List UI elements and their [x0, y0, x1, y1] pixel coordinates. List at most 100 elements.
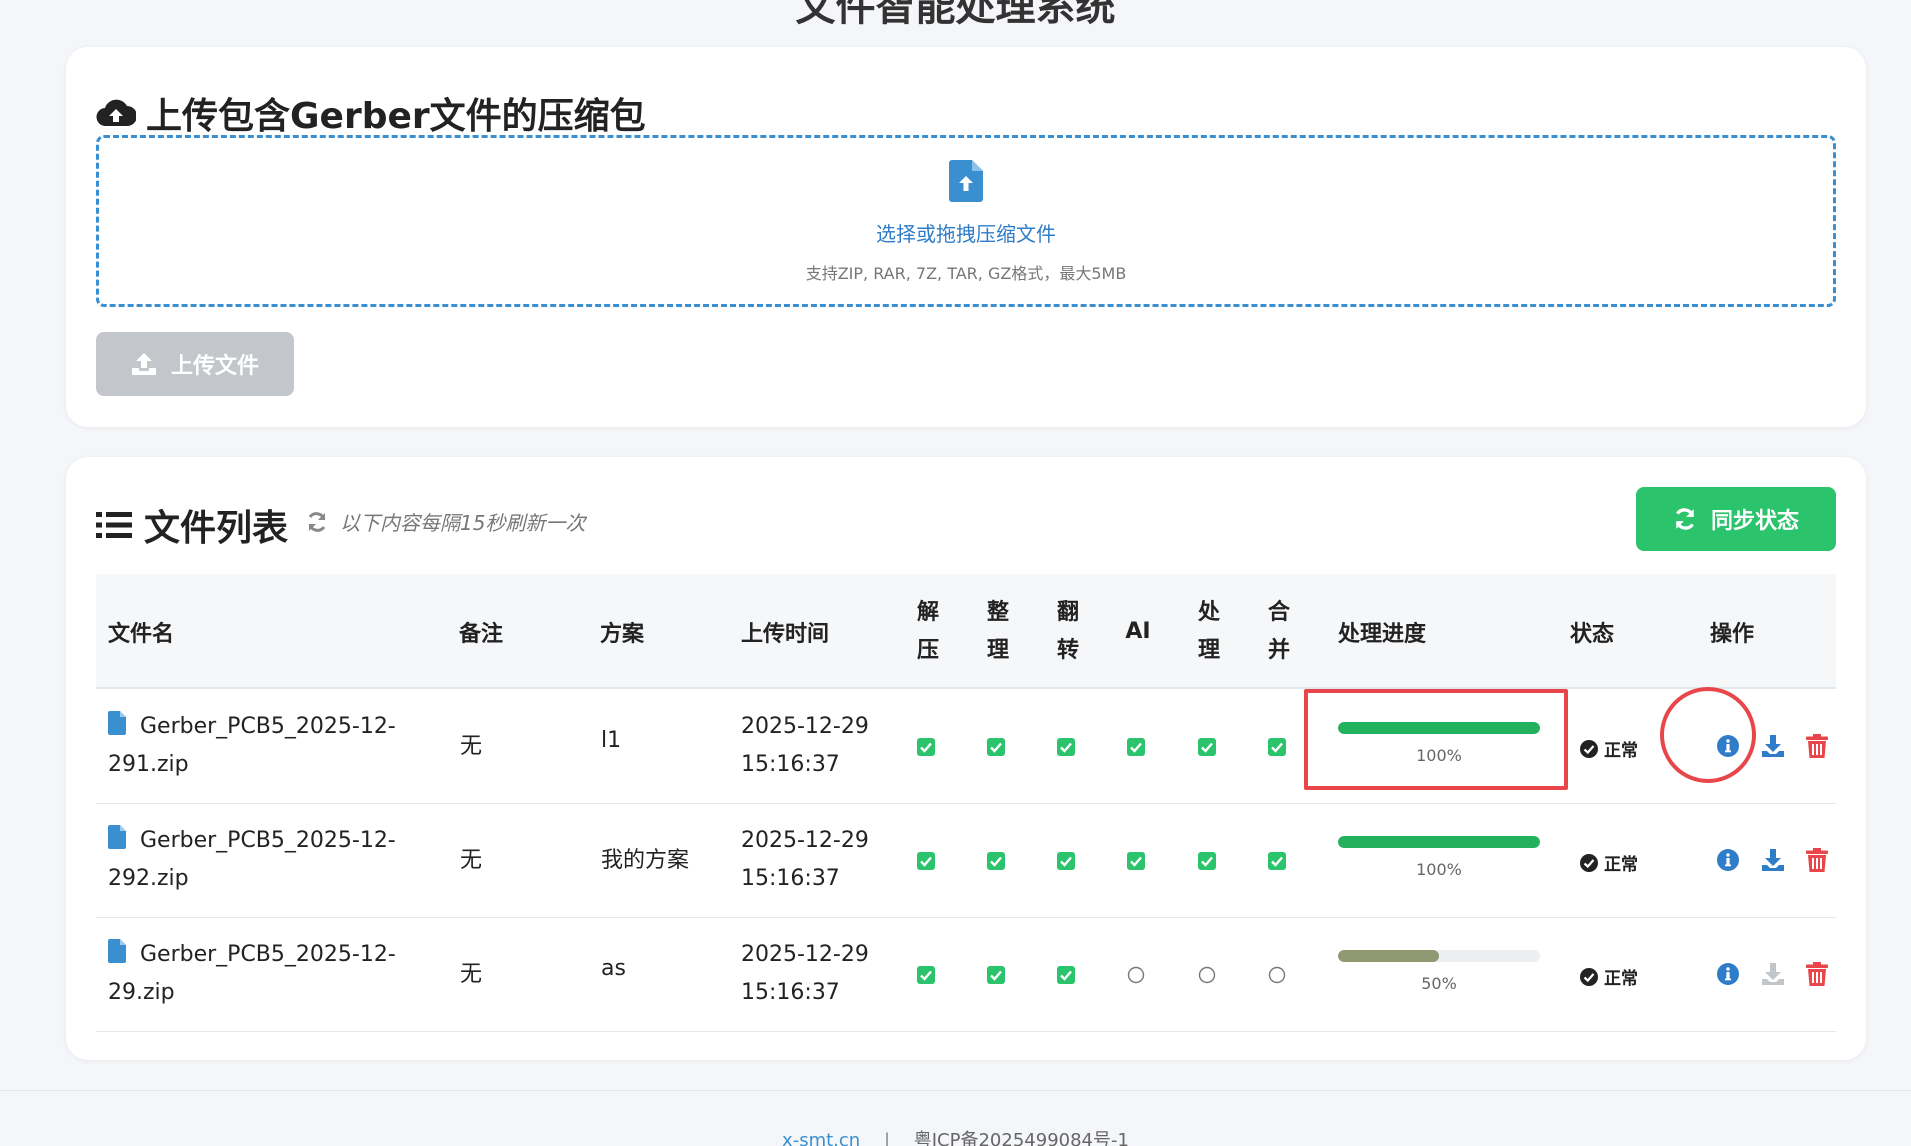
checkbox-checked-icon — [1057, 852, 1075, 870]
progress-text: 50% — [1421, 974, 1457, 993]
file-dropzone[interactable]: 选择或拖拽压缩文件 支持ZIP, RAR, 7Z, TAR, GZ格式，最大5M… — [96, 135, 1836, 307]
info-icon[interactable] — [1716, 962, 1740, 986]
checkbox-checked-icon — [987, 966, 1005, 984]
file-list-title: 文件列表 — [96, 499, 288, 551]
plan-cell: l1 — [601, 728, 622, 753]
file-name: Gerber_PCB5_2025-12-292.zip — [108, 828, 396, 891]
table-header: 文件名 备注 方案 上传时间 解压 整理 翻转 AI 处理 合并 处理进度 状态… — [96, 574, 1836, 689]
radio-empty-icon — [1198, 966, 1216, 984]
col-name: 文件名 — [108, 621, 175, 647]
refresh-note-text: 以下内容每隔15秒刷新一次 — [340, 511, 586, 535]
file-icon — [108, 711, 126, 735]
file-name-cell: Gerber_PCB5_2025-12-292.zip — [108, 822, 438, 898]
plan-cell: as — [601, 956, 626, 981]
info-icon[interactable] — [1716, 848, 1740, 872]
upload-time-cell: 2025-12-29 15:16:37 — [741, 714, 869, 777]
footer: x-smt.cn | 粤ICP备2025499084号-1 — [0, 1126, 1911, 1146]
table-row: Gerber_PCB5_2025-12-291.zip 无 l1 2025-12-29… — [96, 690, 1836, 804]
progress-cell: 50% — [1338, 950, 1540, 993]
checkbox-checked-icon — [917, 852, 935, 870]
checkbox-checked-icon — [987, 852, 1005, 870]
status-badge: 正常 — [1580, 964, 1638, 989]
page-title: 文件智能处理系统 — [795, 0, 1116, 30]
upload-time-cell: 2025-12-29 15:16:37 — [741, 942, 869, 1005]
radio-empty-icon — [1127, 966, 1145, 984]
upload-button-label: 上传文件 — [170, 354, 259, 379]
col-time: 上传时间 — [741, 621, 830, 647]
upload-time-cell: 2025-12-29 15:16:37 — [741, 828, 869, 891]
refresh-icon — [308, 511, 326, 532]
file-name-cell: Gerber_PCB5_2025-12-29.zip — [108, 936, 438, 1012]
table-row: Gerber_PCB5_2025-12-292.zip 无 我的方案 2025-12-… — [96, 804, 1836, 918]
list-icon — [96, 512, 132, 538]
file-name: Gerber_PCB5_2025-12-29.zip — [108, 942, 396, 1005]
file-upload-icon — [949, 160, 983, 202]
dropzone-label: 选择或拖拽压缩文件 — [876, 222, 1056, 246]
col-organize: 整理 — [986, 599, 1009, 663]
col-progress: 处理进度 — [1338, 621, 1427, 647]
upload-file-button[interactable]: 上传文件 — [96, 332, 294, 396]
checkbox-checked-icon — [1198, 738, 1216, 756]
download-icon[interactable] — [1761, 734, 1785, 758]
plan-cell: 我的方案 — [601, 848, 690, 873]
checkbox-checked-icon — [1198, 852, 1216, 870]
status-check-icon — [1580, 739, 1598, 758]
status-text: 正常 — [1604, 969, 1638, 989]
progress-fill — [1338, 836, 1540, 848]
checkbox-checked-icon — [1127, 852, 1145, 870]
refresh-note: 以下内容每隔15秒刷新一次 — [306, 507, 585, 536]
col-remark: 备注 — [459, 621, 504, 647]
trash-icon[interactable] — [1806, 734, 1828, 758]
trash-icon[interactable] — [1806, 962, 1828, 986]
col-plan: 方案 — [600, 621, 645, 647]
remark-cell: 无 — [460, 962, 483, 987]
col-actions: 操作 — [1710, 621, 1755, 647]
col-merge: 合并 — [1267, 599, 1290, 663]
trash-icon[interactable] — [1806, 848, 1828, 872]
file-name-cell: Gerber_PCB5_2025-12-291.zip — [108, 708, 438, 784]
progress-track — [1338, 836, 1540, 848]
sync-button-label: 同步状态 — [1710, 509, 1799, 534]
file-name: Gerber_PCB5_2025-12-291.zip — [108, 714, 396, 777]
file-icon — [108, 825, 126, 849]
footer-icp: 粤ICP备2025499084号-1 — [913, 1130, 1129, 1146]
footer-separator: | — [883, 1130, 891, 1146]
radio-empty-icon — [1268, 966, 1286, 984]
col-flip: 翻转 — [1056, 599, 1079, 663]
file-icon — [108, 939, 126, 963]
status-check-icon — [1580, 853, 1598, 872]
file-list-title-text: 文件列表 — [144, 508, 289, 549]
sync-icon — [1675, 508, 1695, 530]
status-badge: 正常 — [1580, 736, 1638, 761]
upload-card: 上传包含Gerber文件的压缩包 选择或拖拽压缩文件 支持ZIP, RAR, 7… — [66, 47, 1866, 427]
col-ai: AI — [1125, 618, 1151, 644]
status-badge: 正常 — [1580, 850, 1638, 875]
footer-divider — [0, 1090, 1911, 1091]
progress-fill — [1338, 950, 1439, 962]
col-process: 处理 — [1197, 599, 1220, 663]
status-text: 正常 — [1604, 855, 1638, 875]
checkbox-checked-icon — [1057, 738, 1075, 756]
checkbox-checked-icon — [917, 966, 935, 984]
remark-cell: 无 — [460, 734, 483, 759]
progress-cell: 100% — [1338, 836, 1540, 879]
checkbox-checked-icon — [1127, 738, 1145, 756]
checkbox-checked-icon — [1268, 852, 1286, 870]
progress-track — [1338, 950, 1540, 962]
col-status: 状态 — [1570, 621, 1615, 647]
download-icon[interactable] — [1761, 962, 1785, 986]
download-icon[interactable] — [1761, 848, 1785, 872]
col-unzip: 解压 — [916, 599, 939, 663]
checkbox-checked-icon — [917, 738, 935, 756]
sync-status-button[interactable]: 同步状态 — [1636, 487, 1836, 551]
checkbox-checked-icon — [1057, 966, 1075, 984]
progress-text: 100% — [1416, 860, 1462, 879]
status-text: 正常 — [1604, 741, 1638, 761]
checkbox-checked-icon — [987, 738, 1005, 756]
upload-icon — [131, 353, 156, 375]
footer-domain-link[interactable]: x-smt.cn — [782, 1130, 860, 1146]
cloud-upload-icon — [96, 99, 136, 127]
status-check-icon — [1580, 967, 1598, 986]
highlight-info-circle — [1660, 687, 1756, 783]
table-row: Gerber_PCB5_2025-12-29.zip 无 as 2025-12-29 1… — [96, 918, 1836, 1032]
